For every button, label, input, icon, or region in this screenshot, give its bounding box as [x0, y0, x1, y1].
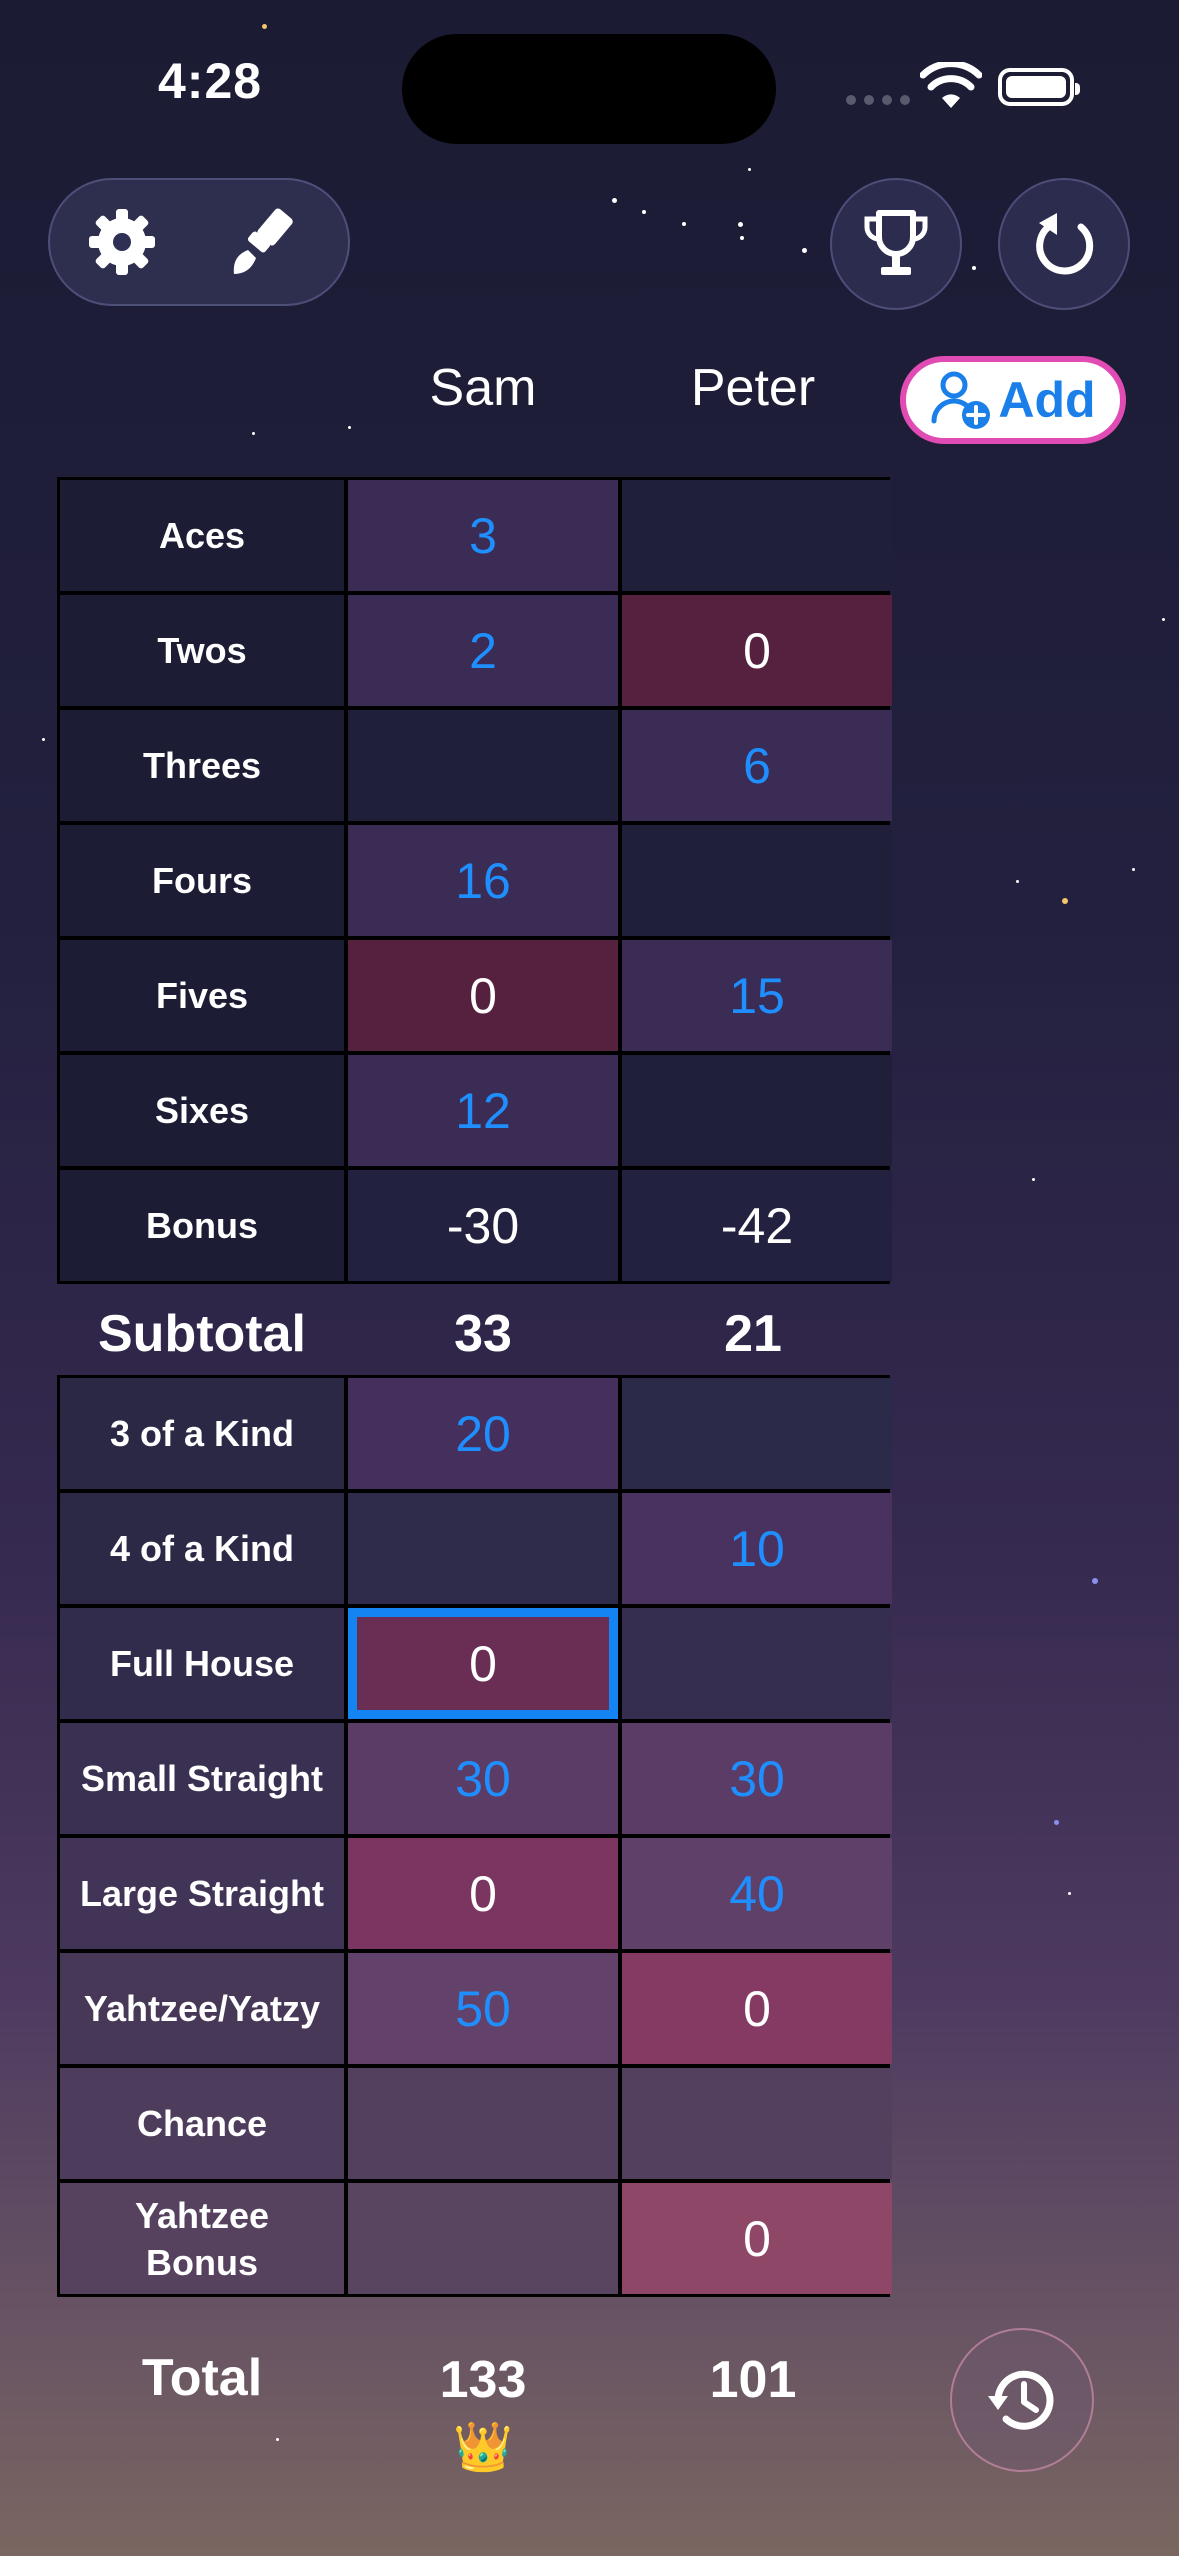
score-cell-sam-3-of-a-kind[interactable]: 20 [348, 1378, 618, 1489]
score-cell-sam-fours[interactable]: 16 [348, 825, 618, 936]
row-label-full-house: Full House [60, 1608, 344, 1719]
leaderboard-button[interactable] [830, 178, 962, 310]
history-clock-icon [988, 2370, 1054, 2430]
score-cell-peter-aces[interactable] [622, 480, 892, 591]
row-label-threes: Threes [60, 710, 344, 821]
score-cell-sam-large-straight[interactable]: 0 [348, 1838, 618, 1949]
score-cell-sam-sixes[interactable]: 12 [348, 1055, 618, 1166]
gear-icon [89, 209, 155, 275]
score-cell-peter-large-straight[interactable]: 40 [622, 1838, 892, 1949]
row-label-fives: Fives [60, 940, 344, 1051]
score-cell-peter-chance[interactable] [622, 2068, 892, 2179]
row-label-fours: Fours [60, 825, 344, 936]
subtotal-label: Subtotal [98, 1305, 306, 1363]
tool-group [48, 178, 350, 306]
player-name-peter[interactable]: Peter [618, 358, 888, 418]
score-cell-sam-chance[interactable] [348, 2068, 618, 2179]
add-player-label: Add [998, 372, 1096, 428]
total-sam: 133 [439, 2351, 527, 2409]
lower-score-table: 3 of a Kind 20 4 of a Kind 10 Full House… [57, 1375, 892, 2297]
score-cell-peter-fives[interactable]: 15 [622, 940, 892, 1051]
score-cell-peter-fours[interactable] [622, 825, 892, 936]
row-label-large-straight: Large Straight [60, 1838, 344, 1949]
subtotal-peter: 21 [724, 1305, 782, 1363]
score-cell-sam-fives[interactable]: 0 [348, 940, 618, 1051]
row-label-chance: Chance [60, 2068, 344, 2179]
score-cell-peter-small-straight[interactable]: 30 [622, 1723, 892, 1834]
score-cell-sam-bonus: -30 [348, 1170, 618, 1281]
score-cell-peter-bonus: -42 [622, 1170, 892, 1281]
row-label-4-of-a-kind: 4 of a Kind [60, 1493, 344, 1604]
history-button[interactable] [950, 2328, 1094, 2472]
row-label-small-straight: Small Straight [60, 1723, 344, 1834]
dynamic-island [402, 34, 776, 144]
reset-button[interactable] [998, 178, 1130, 310]
score-cell-peter-sixes[interactable] [622, 1055, 892, 1166]
settings-button[interactable] [58, 178, 186, 306]
subtotal-sam: 33 [454, 1305, 512, 1363]
battery-icon [998, 68, 1080, 106]
score-cell-sam-yahtzee[interactable]: 50 [348, 1953, 618, 2064]
total-peter: 101 [709, 2351, 797, 2409]
row-label-bonus: Bonus [60, 1170, 344, 1281]
add-person-icon [931, 371, 991, 429]
score-cell-peter-yahtzee-bonus[interactable]: 0 [622, 2183, 892, 2294]
row-label-yahtzee: Yahtzee/Yatzy [60, 1953, 344, 2064]
score-cell-sam-yahtzee-bonus[interactable] [348, 2183, 618, 2294]
trophy-icon [864, 210, 928, 275]
reset-arrow-icon [1036, 213, 1094, 275]
score-cell-peter-threes[interactable]: 6 [622, 710, 892, 821]
status-time: 4:28 [158, 53, 263, 109]
player-name-sam[interactable]: Sam [348, 358, 618, 418]
score-cell-sam-4-of-a-kind[interactable] [348, 1493, 618, 1604]
row-label-yahtzee-bonus: Yahtzee Bonus [60, 2183, 344, 2294]
row-label-twos: Twos [60, 595, 344, 706]
score-cell-sam-aces[interactable]: 3 [348, 480, 618, 591]
score-cell-sam-threes[interactable] [348, 710, 618, 821]
cellular-signal-icon [846, 95, 910, 105]
score-cell-sam-full-house[interactable]: 0 [348, 1608, 618, 1719]
wifi-icon [920, 62, 982, 108]
upper-score-table: Aces 3 Twos 2 0 Threes 6 Fours 16 Fives … [57, 477, 892, 1284]
score-cell-sam-small-straight[interactable]: 30 [348, 1723, 618, 1834]
theme-button[interactable] [200, 178, 328, 306]
score-cell-peter-3-of-a-kind[interactable] [622, 1378, 892, 1489]
add-player-button[interactable]: Add [900, 356, 1126, 444]
row-label-3-of-a-kind: 3 of a Kind [60, 1378, 344, 1489]
paintbrush-icon [233, 208, 293, 274]
score-cell-peter-twos[interactable]: 0 [622, 595, 892, 706]
score-cell-sam-twos[interactable]: 2 [348, 595, 618, 706]
score-cell-peter-4-of-a-kind[interactable]: 10 [622, 1493, 892, 1604]
winner-crown-icon: 👑 [453, 2421, 513, 2474]
score-cell-peter-full-house[interactable] [622, 1608, 892, 1719]
row-label-aces: Aces [60, 480, 344, 591]
score-cell-peter-yahtzee[interactable]: 0 [622, 1953, 892, 2064]
total-label: Total [141, 2349, 263, 2407]
row-label-sixes: Sixes [60, 1055, 344, 1166]
